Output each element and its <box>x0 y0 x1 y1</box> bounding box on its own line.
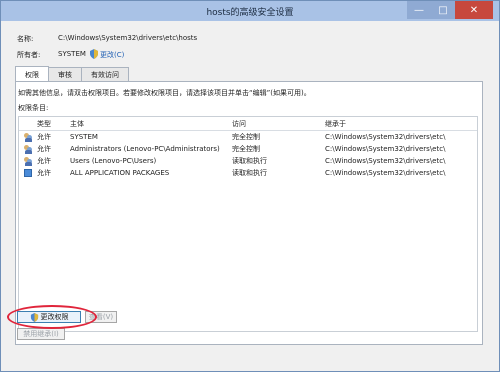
row-access: 完全控制 <box>232 133 260 141</box>
title-bar[interactable]: hosts的高级安全设置 — □ ✕ <box>1 1 499 21</box>
permission-entries-table: 类型 主体 访问 继承于 允许 SYSTEM 完全控制 C:\Windows\S… <box>18 116 478 332</box>
owner-label: 所有者: <box>17 51 41 59</box>
row-type: 允许 <box>37 157 51 165</box>
table-row[interactable]: 允许 ALL APPLICATION PACKAGES 读取和执行 C:\Win… <box>19 167 477 179</box>
tab-bar: 权限 审核 有效访问 <box>15 66 129 82</box>
row-access: 读取和执行 <box>232 169 267 177</box>
row-type: 允许 <box>37 133 51 141</box>
row-principal: SYSTEM <box>70 133 98 141</box>
table-row[interactable]: 允许 Administrators (Lenovo-PC\Administrat… <box>19 143 477 155</box>
tab-auditing[interactable]: 审核 <box>48 67 82 82</box>
row-principal: Administrators (Lenovo-PC\Administrators… <box>70 145 220 153</box>
row-inherited: C:\Windows\System32\drivers\etc\ <box>325 157 446 165</box>
red-highlight-ellipse <box>7 305 97 329</box>
owner-value: SYSTEM <box>58 50 86 58</box>
disable-inheritance-button[interactable]: 禁用继承(I) <box>17 328 65 340</box>
user-group-icon <box>23 156 33 166</box>
table-row[interactable]: 允许 SYSTEM 完全控制 C:\Windows\System32\drive… <box>19 131 477 143</box>
name-label: 名称: <box>17 35 34 43</box>
permission-entries-title: 权限条目: <box>18 104 49 112</box>
row-type: 允许 <box>37 169 51 177</box>
permissions-hint: 如需其他信息，请双击权限项目。若要修改权限项目，请选择该项目并单击“编辑”(如果… <box>18 89 311 97</box>
tab-effective-access[interactable]: 有效访问 <box>81 67 129 82</box>
row-principal: Users (Lenovo-PC\Users) <box>70 157 157 165</box>
tab-permissions[interactable]: 权限 <box>15 66 49 82</box>
row-inherited: C:\Windows\System32\drivers\etc\ <box>325 169 446 177</box>
type-column-header[interactable]: 类型 <box>37 119 70 129</box>
shield-icon <box>90 49 98 59</box>
minimize-button[interactable]: — <box>407 1 431 19</box>
package-icon <box>24 169 32 177</box>
owner-change-link[interactable]: 更改(C) <box>100 50 124 60</box>
row-access: 读取和执行 <box>232 157 267 165</box>
row-type: 允许 <box>37 145 51 153</box>
user-group-icon <box>23 144 33 154</box>
table-header: 类型 主体 访问 继承于 <box>19 117 477 131</box>
row-access: 完全控制 <box>232 145 260 153</box>
row-principal: ALL APPLICATION PACKAGES <box>70 169 170 177</box>
table-row[interactable]: 允许 Users (Lenovo-PC\Users) 读取和执行 C:\Wind… <box>19 155 477 167</box>
inherited-column-header[interactable]: 继承于 <box>325 119 475 129</box>
advanced-security-window: hosts的高级安全设置 — □ ✕ 名称: C:\Windows\System… <box>0 0 500 372</box>
row-inherited: C:\Windows\System32\drivers\etc\ <box>325 133 446 141</box>
row-inherited: C:\Windows\System32\drivers\etc\ <box>325 145 446 153</box>
name-value: C:\Windows\System32\drivers\etc\hosts <box>58 34 198 42</box>
close-button[interactable]: ✕ <box>455 1 493 19</box>
window-controls: — □ ✕ <box>407 1 493 19</box>
permissions-panel: 如需其他信息，请双击权限项目。若要修改权限项目，请选择该项目并单击“编辑”(如果… <box>15 81 483 345</box>
user-group-icon <box>23 132 33 142</box>
maximize-button[interactable]: □ <box>431 1 455 19</box>
access-column-header[interactable]: 访问 <box>232 119 325 129</box>
principal-column-header[interactable]: 主体 <box>70 119 232 129</box>
